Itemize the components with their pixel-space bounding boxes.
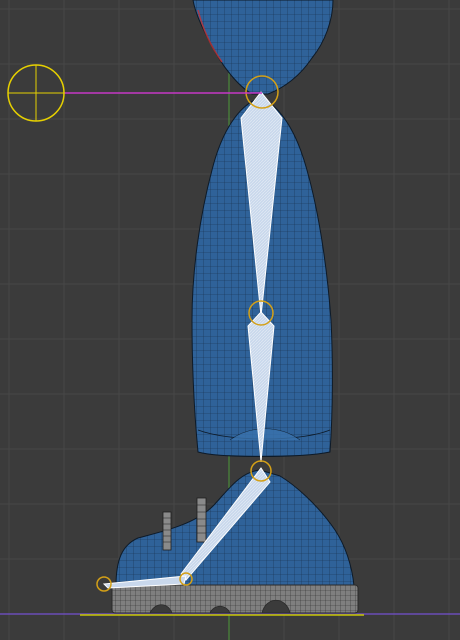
3d-viewport[interactable] <box>0 0 460 640</box>
foot-sole-base[interactable] <box>111 584 359 614</box>
upper-leg-mesh[interactable] <box>192 0 334 95</box>
scene-canvas[interactable] <box>0 0 460 640</box>
foot-mesh[interactable] <box>115 469 355 587</box>
ik-target-icon[interactable] <box>7 64 65 122</box>
